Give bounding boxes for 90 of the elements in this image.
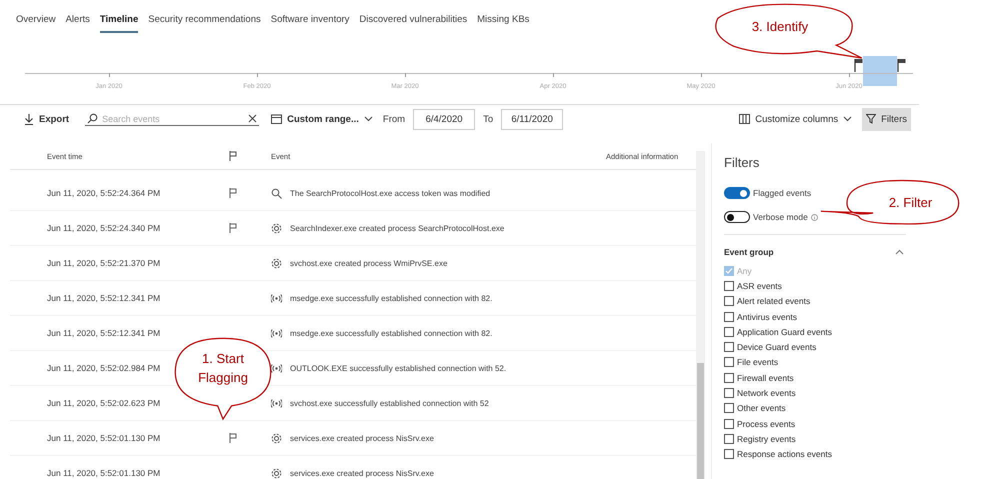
checkbox[interactable]	[724, 434, 734, 444]
search-icon	[87, 113, 98, 124]
checkbox[interactable]	[724, 326, 734, 337]
event-description: SearchIndexer.exe created process SearchProtocolHost.exe	[290, 224, 504, 232]
chevron-down-icon	[364, 116, 373, 122]
checkbox-label: Registry events	[737, 434, 796, 444]
event-description: services.exe created process NisSrv.exe	[290, 468, 434, 478]
event-time: Jun 11, 2020, 5:52:02.623 PM	[46, 398, 162, 408]
event-description: svchost.exe created process WmiPrvSE.exe	[290, 258, 448, 268]
filter-icon	[866, 114, 876, 124]
checkbox-label: Firewall events	[737, 372, 794, 383]
checkbox-label: Antivirus events	[737, 312, 797, 322]
filters-button[interactable]: Filters	[862, 108, 911, 130]
tab[interactable]: Alerts	[66, 14, 90, 31]
event-time: Jun 11, 2020, 5:52:12.341 PM	[46, 328, 162, 338]
checkbox[interactable]	[724, 403, 734, 414]
search-icon	[271, 188, 282, 198]
checkbox[interactable]	[724, 388, 734, 398]
tab[interactable]: Security recommendations	[148, 14, 261, 31]
event-time: Jun 11, 2020, 5:52:01.130 PM	[46, 468, 162, 478]
checkbox-label: ASR events	[737, 280, 782, 291]
toggle-switch[interactable]	[724, 211, 750, 223]
event-time: Jun 11, 2020, 5:52:12.341 PM	[46, 293, 162, 303]
checkbox[interactable]	[724, 372, 734, 383]
from-date-field[interactable]: 6/4/2020	[413, 108, 476, 130]
checkbox-label: Alert related events	[737, 296, 810, 306]
calendar-icon	[271, 114, 282, 124]
checkbox-label: Process events	[737, 418, 796, 429]
event-description: msedge.exe successfully established connection with 82.	[290, 328, 492, 338]
gear-icon	[271, 222, 282, 234]
section-title: Event group	[724, 247, 774, 257]
toggle-label: Flagged events	[753, 188, 812, 198]
checkbox[interactable]	[724, 312, 734, 322]
event-description: services.exe created process NisSrv.exe	[290, 434, 434, 442]
flag-icon	[897, 58, 906, 72]
tab[interactable]: Timeline	[100, 14, 138, 33]
signal-icon	[271, 364, 282, 372]
signal-icon	[271, 398, 282, 408]
toggle-switch[interactable]	[724, 187, 750, 199]
event-time: Jun 11, 2020, 5:52:21.370 PM	[46, 258, 162, 268]
flag-icon	[229, 151, 237, 161]
columns-icon	[739, 114, 750, 124]
gear-icon	[271, 432, 282, 444]
checkbox[interactable]	[724, 280, 734, 291]
flag-icon[interactable]	[229, 188, 237, 198]
checkbox[interactable]	[724, 449, 734, 460]
signal-icon	[271, 294, 282, 302]
flag-icon	[854, 58, 863, 72]
event-time: Jun 11, 2020, 5:52:01.130 PM	[46, 433, 162, 443]
checkbox-label: Other events	[737, 403, 786, 414]
checkbox-label: Application Guard events	[737, 326, 832, 337]
event-description: svchost.exe successfully established connection with 52	[290, 398, 489, 408]
event-time: Jun 11, 2020, 5:52:24.340 PM	[46, 223, 162, 233]
info-icon	[810, 214, 818, 220]
tab[interactable]: Discovered vulnerabilities	[359, 14, 468, 31]
signal-icon	[271, 328, 282, 338]
checkbox-label: File events	[737, 357, 778, 368]
panel-title: Filters	[724, 155, 760, 170]
checkbox-label: Network events	[737, 388, 796, 398]
event-description: OUTLOOK.EXE successfully established connection with 52.	[290, 364, 506, 372]
tab[interactable]: Missing KBs	[477, 14, 530, 31]
chevron-up-icon[interactable]	[895, 249, 904, 255]
checkbox-label: Response actions events	[737, 449, 832, 460]
gear-icon	[271, 258, 282, 268]
customize-columns-button[interactable]: Customize columns	[737, 110, 854, 128]
event-description: msedge.exe successfully established connection with 82.	[290, 294, 492, 302]
tab[interactable]: Overview	[16, 14, 56, 31]
event-time: Jun 11, 2020, 5:52:24.364 PM	[46, 188, 162, 198]
to-label: To	[483, 114, 494, 124]
checkbox[interactable]	[724, 418, 734, 429]
chevron-down-icon	[843, 116, 852, 122]
close-icon[interactable]	[248, 114, 258, 123]
checkbox-label: Device Guard events	[737, 342, 816, 352]
flag-icon[interactable]	[229, 433, 237, 443]
checkbox[interactable]	[724, 296, 734, 306]
flag-icon[interactable]	[229, 223, 237, 233]
scrollbar[interactable]	[696, 151, 705, 479]
checkbox-label: Any	[737, 266, 752, 276]
checkbox[interactable]	[724, 357, 734, 368]
date-range-dropdown[interactable]: Custom range...	[269, 110, 375, 128]
from-label: From	[382, 114, 406, 124]
tab[interactable]: Software inventory	[270, 14, 350, 31]
export-button[interactable]: Export	[22, 110, 72, 128]
toggle-label: Verbose mode	[753, 212, 808, 222]
checkbox[interactable]	[724, 342, 734, 352]
to-date-field[interactable]: 6/11/2020	[501, 108, 564, 130]
event-time: Jun 11, 2020, 5:52:02.984 PM	[46, 363, 162, 373]
event-description: The SearchProtocolHost.exe access token was modified	[290, 188, 490, 198]
download-icon	[24, 113, 34, 125]
gear-icon	[271, 468, 282, 478]
